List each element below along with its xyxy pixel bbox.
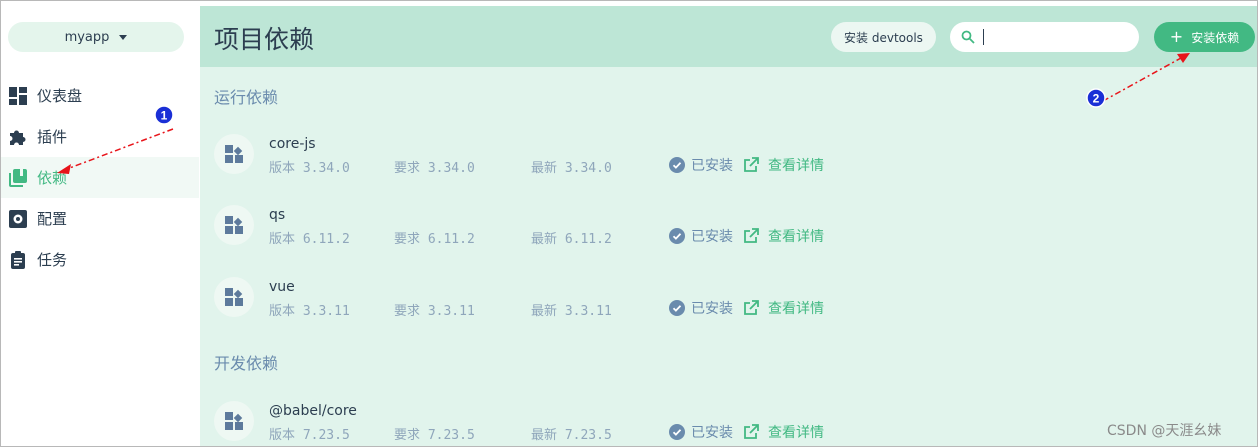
dependency-status: 已安装	[669, 226, 733, 246]
dependency-latest: 最新 3.3.11	[531, 304, 612, 319]
dependency-wanted: 要求 3.34.0	[394, 161, 475, 176]
dependency-wanted: 要求 7.23.5	[394, 428, 475, 443]
dependency-version: 版本 7.23.5	[269, 428, 350, 443]
install-devtools-button[interactable]: 安装 devtools	[831, 22, 936, 52]
sidebar-nav: 仪表盘 插件 依赖 配置 任务	[1, 75, 199, 280]
main-content: 项目依赖 安装 devtools + 安装依赖 运行依赖 core-js 版本 …	[200, 6, 1257, 446]
clipboard-icon	[9, 250, 27, 269]
header-bar: 项目依赖 安装 devtools + 安装依赖	[200, 6, 1257, 67]
open-in-new-icon	[744, 424, 759, 439]
search-input[interactable]	[983, 29, 1133, 45]
view-details-label: 查看详情	[768, 158, 824, 174]
install-dependency-button[interactable]: + 安装依赖	[1154, 22, 1255, 52]
dependency-status: 已安装	[669, 422, 733, 442]
sidebar-item-configuration[interactable]: 配置	[1, 198, 199, 239]
view-details-label: 查看详情	[768, 229, 824, 245]
dependency-item[interactable]: qs 版本 6.11.2 要求 6.11.2 最新 6.11.2 已安装 查看详…	[214, 205, 1244, 255]
view-details-label: 查看详情	[768, 425, 824, 441]
search-box[interactable]	[950, 22, 1139, 52]
view-details-link[interactable]: 查看详情	[743, 422, 824, 442]
settings-icon	[9, 209, 27, 228]
dependency-status: 已安装	[669, 298, 733, 318]
view-details-link[interactable]: 查看详情	[743, 155, 824, 175]
sidebar-item-plugins[interactable]: 插件	[1, 116, 199, 157]
status-label: 已安装	[691, 425, 733, 441]
dependency-wanted: 要求 3.3.11	[394, 304, 475, 319]
package-icon	[214, 134, 254, 174]
section-title-dev: 开发依赖	[214, 354, 279, 373]
dependency-version: 版本 3.3.11	[269, 304, 350, 319]
sidebar-item-dashboard[interactable]: 仪表盘	[1, 75, 199, 116]
dependency-name: qs	[269, 207, 286, 223]
open-in-new-icon	[744, 300, 759, 315]
check-circle-icon	[669, 228, 685, 244]
dependency-latest: 最新 7.23.5	[531, 428, 612, 443]
open-in-new-icon	[744, 228, 759, 243]
dependency-item[interactable]: @babel/core 版本 7.23.5 要求 7.23.5 最新 7.23.…	[214, 401, 1244, 446]
dependency-version: 版本 6.11.2	[269, 232, 350, 247]
check-circle-icon	[669, 157, 685, 173]
dependency-latest: 最新 6.11.2	[531, 232, 612, 247]
puzzle-icon	[9, 128, 27, 146]
text-cursor	[983, 29, 984, 45]
view-details-link[interactable]: 查看详情	[743, 298, 824, 318]
project-name: myapp	[64, 29, 110, 45]
sidebar-item-label: 仪表盘	[37, 87, 83, 105]
dependency-item[interactable]: vue 版本 3.3.11 要求 3.3.11 最新 3.3.11 已安装 查看…	[214, 277, 1244, 327]
project-selector[interactable]: myapp	[8, 22, 184, 52]
status-label: 已安装	[691, 158, 733, 174]
sidebar: myapp 仪表盘 插件 依赖 配置 任务	[1, 1, 199, 446]
sidebar-item-label: 任务	[37, 251, 68, 269]
sidebar-item-label: 配置	[37, 210, 68, 228]
section-title-runtime: 运行依赖	[214, 88, 279, 107]
package-icon	[214, 277, 254, 317]
check-circle-icon	[669, 424, 685, 440]
sidebar-item-label: 插件	[37, 128, 68, 146]
sidebar-item-tasks[interactable]: 任务	[1, 239, 199, 280]
library-books-icon	[9, 168, 27, 187]
dependency-item[interactable]: core-js 版本 3.34.0 要求 3.34.0 最新 3.34.0 已安…	[214, 134, 1244, 184]
package-icon	[214, 401, 254, 441]
page-title: 项目依赖	[214, 25, 315, 54]
caret-down-icon	[119, 34, 128, 40]
sidebar-item-label: 依赖	[37, 169, 68, 187]
search-icon	[961, 30, 975, 44]
dependency-name: vue	[269, 279, 295, 295]
dependency-name: @babel/core	[269, 403, 357, 419]
dependency-latest: 最新 3.34.0	[531, 161, 612, 176]
status-label: 已安装	[691, 229, 733, 245]
install-dependency-label: 安装依赖	[1191, 30, 1240, 45]
plus-icon: +	[1169, 27, 1184, 46]
dependency-name: core-js	[269, 136, 316, 152]
view-details-link[interactable]: 查看详情	[743, 226, 824, 246]
open-in-new-icon	[744, 157, 759, 172]
sidebar-item-dependencies[interactable]: 依赖	[1, 157, 199, 198]
view-details-label: 查看详情	[768, 301, 824, 317]
dependency-version: 版本 3.34.0	[269, 161, 350, 176]
app-window: myapp 仪表盘 插件 依赖 配置 任务 项目依赖 安装 devtools +…	[0, 0, 1258, 447]
status-label: 已安装	[691, 301, 733, 317]
check-circle-icon	[669, 300, 685, 316]
dependency-wanted: 要求 6.11.2	[394, 232, 475, 247]
watermark: CSDN @天涯幺妹	[1107, 423, 1222, 439]
dashboard-icon	[9, 86, 27, 105]
dependency-status: 已安装	[669, 155, 733, 175]
package-icon	[214, 205, 254, 245]
